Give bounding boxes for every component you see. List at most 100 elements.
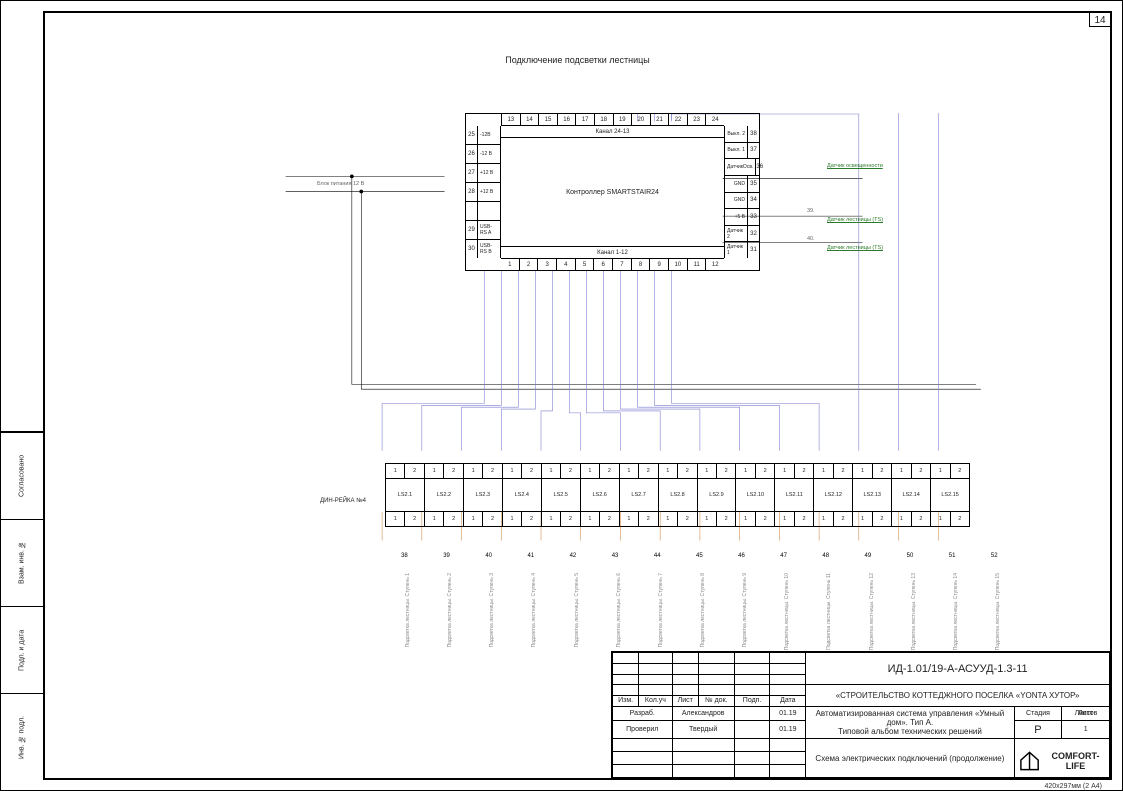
cable-number: 42 [570,553,577,559]
stage-value: Р [1014,721,1062,739]
rail-module-label: LS2.8 [659,478,697,512]
pin-num: 35 [747,176,759,192]
controller-right-row: +5 В33 [725,209,759,226]
step-label: Подсветка лестницы. Ступень 3 [489,573,495,647]
rail-module-label: LS2.6 [581,478,619,512]
rail-module: 12LS2.912 [697,464,736,526]
rail-module-label: LS2.12 [814,478,852,512]
title-block: ИД-1.01/19-А-АСУУД-1.3-11 «СТРОИТЕЛЬСТВО… [611,651,1111,779]
controller-right-row: Датчик 131 [725,242,759,258]
sensor-num-b: 40. [807,236,815,242]
controller-left-row: 26-12 В [466,145,500,164]
pin-label: ДатчикОсв. [725,159,755,175]
controller-bot-pin: 10 [668,259,687,270]
drawing-code: ИД-1.01/19-А-АСУУД-1.3-11 [806,653,1110,685]
rail-top-terminals: 12 [853,464,891,478]
controller-top-pin: 17 [575,114,594,125]
rail-top-terminals: 12 [931,464,969,478]
cable-number: 39 [443,553,450,559]
rail-module-label: LS2.3 [464,478,502,512]
cable-number: 43 [612,553,619,559]
step-label: Подсветка лестницы. Ступень 1 [405,573,411,647]
rail-module-label: LS2.9 [698,478,736,512]
company-name: COMFORT-LIFE [1043,751,1108,771]
rail-bot-terminals: 12 [581,512,619,526]
company-logo: COMFORT-LIFE [1018,746,1108,776]
step-label: Подсветка лестницы. Ступень 13 [911,573,917,650]
controller-right-row: Выкл. 238 [725,126,759,143]
rail-module: 12LS2.712 [619,464,658,526]
rail-bot-terminals: 12 [659,512,697,526]
cable-number: 51 [949,553,956,559]
cable-number: 52 [991,553,998,559]
row1-name: Твердый [672,721,734,739]
side-stamp-2: Подп. и дата [1,606,43,693]
power-source-label: Блок питания 12 В [317,181,364,187]
rail-module-label: LS2.15 [931,478,969,512]
rail-module-label: LS2.1 [386,478,424,512]
row1-role: Проверил [613,721,673,739]
side-stamp-column: Согласовано Взам. инв. № Подп. и дата Ин… [1,431,43,780]
title-block-table: ИД-1.01/19-А-АСУУД-1.3-11 «СТРОИТЕЛЬСТВО… [612,652,1110,778]
rail-module: 12LS2.412 [502,464,541,526]
controller-bot-pin: 9 [649,259,668,270]
pin-label: GND [725,193,747,209]
pin-label: GND [725,176,747,192]
controller-bot-pin: 5 [575,259,594,270]
pin-num: 32 [747,226,759,242]
paper-size-note: 420х297мм (2 А4) [1045,783,1103,790]
controller-bot-pin: 6 [593,259,612,270]
rail-module: 12LS2.212 [424,464,463,526]
step-label: Подсветка лестницы. Ступень 6 [616,573,622,647]
rail-bot-terminals: 12 [775,512,813,526]
controller-left-row: 29USB-RS A [466,221,500,240]
rail-module: 12LS2.1412 [891,464,930,526]
controller-top-pin: 23 [687,114,706,125]
cable-number: 41 [527,553,534,559]
pin-num: 29 [466,221,478,239]
cable-number: 49 [865,553,872,559]
rail-bot-terminals: 12 [892,512,930,526]
rail-top-terminals: 12 [581,464,619,478]
pin-label: Выкл. 1 [725,143,747,159]
rail-module-label: LS2.13 [853,478,891,512]
controller-right-row: Выкл. 137 [725,143,759,160]
pin-num: 27 [466,164,478,182]
rev-h-3: № док. [699,696,735,707]
rail-bot-terminals: 12 [736,512,774,526]
step-label: Подсветка лестницы. Ступень 5 [574,573,580,647]
rev-h-1: Кол.уч [639,696,672,707]
pin-label: +12 В [478,164,500,182]
pin-num: 25 [466,126,478,144]
pin-label: Датчик 2 [725,226,747,242]
rail-top-terminals: 12 [892,464,930,478]
pin-num: 26 [466,145,478,163]
rail-module: 12LS2.1012 [735,464,774,526]
row1-date: 01.19 [770,721,806,739]
controller-block: 242322212019181716151413 25-12В26-12 В27… [465,113,760,271]
rev-h-4: Подп. [734,696,770,707]
rail-top-terminals: 12 [736,464,774,478]
controller-top-pin: 16 [557,114,576,125]
sheet-title: Схема электрических подключений (продолж… [806,739,1014,778]
drawing-title: Подключение подсветки лестницы [505,55,649,65]
rail-bot-terminals: 12 [503,512,541,526]
side-stamp-1: Взам. инв. № [1,519,43,606]
sheets-value: 1 [1062,721,1110,739]
row1-sign [734,721,770,739]
controller-top-pins: 242322212019181716151413 [501,114,724,126]
step-label: Подсветка лестницы. Ступень 7 [658,573,664,647]
page-number: 14 [1089,12,1111,27]
pin-label: -12В [478,126,500,144]
controller-bot-pin: 3 [537,259,556,270]
rail-module-label: LS2.14 [892,478,930,512]
rail-module-label: LS2.11 [775,478,813,512]
step-label: Подсветка лестницы. Ступень 10 [784,573,790,650]
pin-num: 34 [747,193,759,209]
system-desc: Автоматизированная система управления «У… [806,706,1014,738]
controller-name: Контроллер SMARTSTAIR24 [501,138,724,246]
pin-num: 31 [747,242,759,258]
controller-left-row: 28+12 В [466,183,500,202]
rev-h-0: Изм. [613,696,639,707]
cable-number: 50 [907,553,914,559]
